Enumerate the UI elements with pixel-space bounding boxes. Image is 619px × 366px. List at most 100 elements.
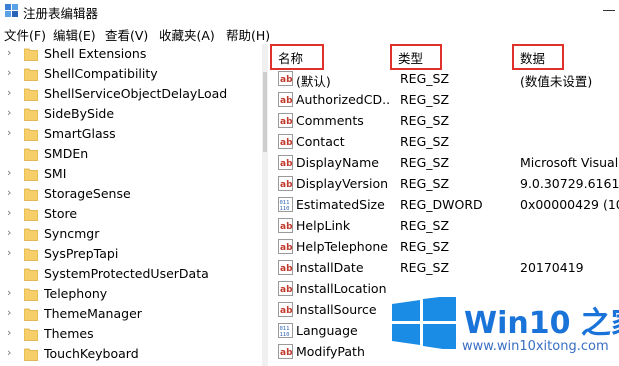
folder-icon xyxy=(24,168,38,181)
svg-text:ab: ab xyxy=(280,159,293,169)
minimize-button[interactable] xyxy=(603,10,615,11)
tree-item[interactable]: › ShellCompatibility xyxy=(0,64,262,84)
registry-value-row[interactable]: ab HelpLink REG_SZ xyxy=(268,215,619,236)
tree-item[interactable]: › Telephony xyxy=(0,284,262,304)
registry-value-row[interactable]: ab AuthorizedCD... REG_SZ xyxy=(268,89,619,110)
folder-icon xyxy=(24,348,38,361)
registry-value-row[interactable]: ab DisplayName REG_SZ Microsoft Visual ( xyxy=(268,152,619,173)
menu-view[interactable]: 查看(V) xyxy=(105,25,148,44)
value-type: REG_SZ xyxy=(400,218,450,233)
tree-item[interactable]: › StorageSense xyxy=(0,184,262,204)
registry-value-row[interactable]: ab Contact REG_SZ xyxy=(268,131,619,152)
tree-item-label: SmartGlass xyxy=(44,126,116,141)
svg-text:ab: ab xyxy=(280,75,293,85)
menu-favorites[interactable]: 收藏夹(A) xyxy=(159,25,215,44)
registry-value-row[interactable]: ab DisplayVersion REG_SZ 9.0.30729.6161 xyxy=(268,173,619,194)
folder-icon xyxy=(24,328,38,341)
string-value-icon: ab xyxy=(278,92,293,107)
tree-item[interactable]: › Themes xyxy=(0,324,262,344)
expand-chevron-icon[interactable]: › xyxy=(7,246,11,259)
value-name: InstallDate xyxy=(296,260,364,275)
registry-value-row[interactable]: ab (默认) REG_SZ (数值未设置) xyxy=(268,68,619,89)
tree-item[interactable]: › TouchKeyboard xyxy=(0,344,262,364)
svg-text:ab: ab xyxy=(280,117,293,127)
expand-chevron-icon[interactable]: › xyxy=(7,206,11,219)
tree-item[interactable]: SystemProtectedUserData xyxy=(0,264,262,284)
expand-chevron-icon[interactable]: › xyxy=(7,106,11,119)
scrollbar-thumb[interactable] xyxy=(263,72,267,152)
registry-value-row[interactable]: ab HelpTelephone REG_SZ xyxy=(268,236,619,257)
tree-item[interactable]: › ThemeManager xyxy=(0,304,262,324)
tree-item-label: ShellCompatibility xyxy=(44,66,158,81)
svg-text:110: 110 xyxy=(280,332,290,338)
svg-text:ab: ab xyxy=(280,264,293,274)
value-name: Contact xyxy=(296,134,345,149)
string-value-icon: ab xyxy=(278,260,293,275)
tree-item-label: Shell Extensions xyxy=(44,46,147,61)
folder-icon xyxy=(24,108,38,121)
string-value-icon: ab xyxy=(278,71,293,86)
svg-text:110: 110 xyxy=(280,206,290,212)
value-type: REG_SZ xyxy=(400,239,450,254)
menu-bar: 文件(F) 编辑(E) 查看(V) 收藏夹(A) 帮助(H) xyxy=(0,22,619,44)
dword-value-icon: 011 110 xyxy=(278,323,293,338)
value-name: HelpLink xyxy=(296,218,351,233)
tree-item[interactable]: SMDEn xyxy=(0,144,262,164)
expand-chevron-icon[interactable]: › xyxy=(7,66,11,79)
tree-item[interactable]: › Shell Extensions xyxy=(0,44,262,64)
expand-chevron-icon[interactable]: › xyxy=(7,186,11,199)
tree-item-label: Syncmgr xyxy=(44,226,100,241)
string-value-icon: ab xyxy=(278,239,293,254)
folder-icon xyxy=(24,308,38,321)
tree-item-label: TouchKeyboard xyxy=(44,346,139,361)
tree-item-label: ShellServiceObjectDelayLoad xyxy=(44,86,228,101)
value-name: InstallLocation xyxy=(296,281,387,296)
window-title: 注册表编辑器 xyxy=(23,6,99,21)
tree-item[interactable]: › SMI xyxy=(0,164,262,184)
svg-text:ab: ab xyxy=(280,96,293,106)
expand-chevron-icon[interactable]: › xyxy=(7,46,11,59)
dword-value-icon: 011 110 xyxy=(278,197,293,212)
menu-edit[interactable]: 编辑(E) xyxy=(53,25,96,44)
expand-chevron-icon[interactable]: › xyxy=(7,286,11,299)
value-name: InstallSource xyxy=(296,302,377,317)
value-name: HelpTelephone xyxy=(296,239,388,254)
expand-chevron-icon[interactable]: › xyxy=(7,166,11,179)
regedit-app-icon xyxy=(5,4,18,17)
folder-icon xyxy=(24,288,38,301)
expand-chevron-icon[interactable]: › xyxy=(7,306,11,319)
expand-chevron-icon[interactable]: › xyxy=(7,226,11,239)
folder-icon xyxy=(24,228,38,241)
registry-value-row[interactable]: ab InstallDate REG_SZ 20170419 xyxy=(268,257,619,278)
menu-file[interactable]: 文件(F) xyxy=(4,25,46,44)
value-type: REG_SZ xyxy=(400,92,450,107)
tree-item[interactable]: › SideBySide xyxy=(0,104,262,124)
string-value-icon: ab xyxy=(278,155,293,170)
value-type: REG_SZ xyxy=(400,260,450,275)
watermark-brand: Win10 之家 xyxy=(464,306,619,341)
tree-item[interactable]: › SmartGlass xyxy=(0,124,262,144)
tree-item[interactable]: › ShellServiceObjectDelayLoad xyxy=(0,84,262,104)
tree-item[interactable]: › Syncmgr xyxy=(0,224,262,244)
highlight-box-name xyxy=(270,44,324,70)
string-value-icon: ab xyxy=(278,344,293,359)
tree-item[interactable]: › SysPrepTapi xyxy=(0,244,262,264)
string-value-icon: ab xyxy=(278,281,293,296)
expand-chevron-icon[interactable]: › xyxy=(7,126,11,139)
tree-item[interactable]: › Store xyxy=(0,204,262,224)
value-type: REG_SZ xyxy=(400,71,450,86)
string-value-icon: ab xyxy=(278,176,293,191)
expand-chevron-icon[interactable]: › xyxy=(7,86,11,99)
value-name: Comments xyxy=(296,113,364,128)
svg-text:ab: ab xyxy=(280,138,293,148)
tree-item-label: SysPrepTapi xyxy=(44,246,119,261)
registry-value-row[interactable]: 011 110 EstimatedSize REG_DWORD 0x00000429 (… xyxy=(268,194,619,215)
expand-chevron-icon[interactable]: › xyxy=(7,326,11,339)
value-name: ModifyPath xyxy=(296,344,365,359)
menu-help[interactable]: 帮助(H) xyxy=(226,25,270,44)
registry-value-row[interactable]: ab Comments REG_SZ xyxy=(268,110,619,131)
svg-text:ab: ab xyxy=(280,180,293,190)
expand-chevron-icon[interactable]: › xyxy=(7,346,11,359)
string-value-icon: ab xyxy=(278,134,293,149)
tree-item-label: SMDEn xyxy=(44,146,89,161)
